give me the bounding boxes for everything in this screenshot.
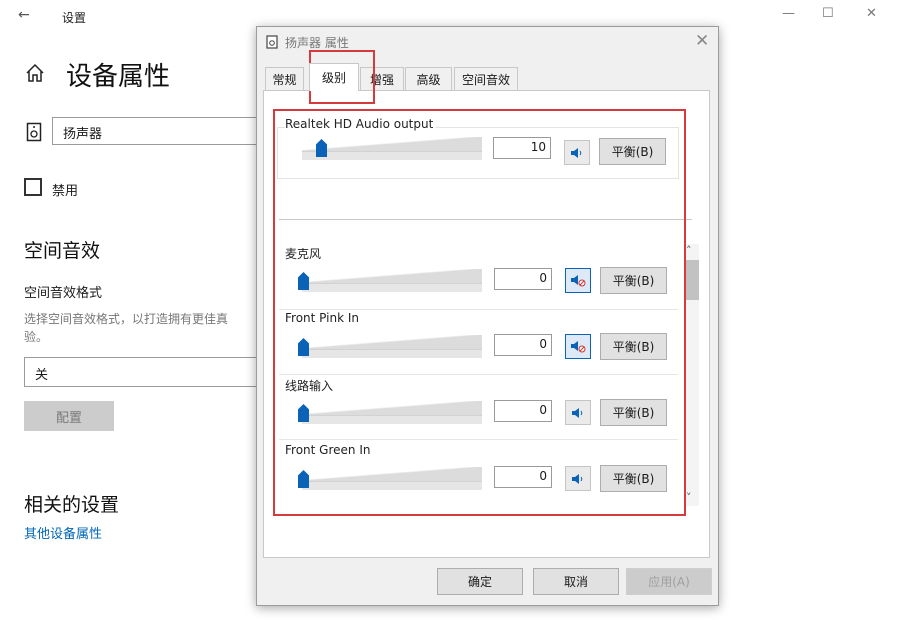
ok-button[interactable]: 确定 xyxy=(437,568,523,595)
dialog-title: 扬声器 属性 xyxy=(285,36,349,50)
configure-button: 配置 xyxy=(24,401,114,431)
other-device-properties-link[interactable]: 其他设备属性 xyxy=(24,523,102,542)
home-icon[interactable] xyxy=(24,62,46,84)
speaker-device-icon xyxy=(26,122,42,142)
spatial-description: 选择空间音效格式，以打造拥有更佳真 xyxy=(24,312,229,326)
maximize-button[interactable]: ☐ xyxy=(822,6,834,21)
device-name-input[interactable]: 扬声器 xyxy=(52,117,266,145)
close-window-button[interactable]: ✕ xyxy=(866,6,877,21)
app-title: 设置 xyxy=(62,11,87,25)
scroll-up-icon[interactable]: ˄ xyxy=(686,244,692,257)
scrollbar-thumb[interactable] xyxy=(685,260,699,300)
tab-general[interactable]: 常规 xyxy=(265,67,304,90)
scroll-down-icon[interactable]: ˅ xyxy=(686,491,692,504)
levels-content-highlight xyxy=(273,109,686,516)
spatial-format-select[interactable]: 关 xyxy=(24,357,266,387)
back-arrow-icon[interactable]: ← xyxy=(18,7,30,23)
related-settings-heading: 相关的设置 xyxy=(24,494,120,516)
tab-levels[interactable]: 级别 xyxy=(309,63,359,91)
speaker-device-icon xyxy=(266,35,278,49)
cancel-button[interactable]: 取消 xyxy=(533,568,619,595)
minimize-button[interactable]: — xyxy=(782,6,795,21)
spatial-description-cont: 验。 xyxy=(24,330,49,344)
tab-advanced[interactable]: 高级 xyxy=(405,67,452,90)
tab-spatial-sound[interactable]: 空间音效 xyxy=(454,67,518,90)
apply-button: 应用(A) xyxy=(626,568,712,595)
disable-checkbox[interactable] xyxy=(24,178,42,196)
spatial-audio-heading: 空间音效 xyxy=(24,240,101,262)
disable-label: 禁用 xyxy=(52,184,79,199)
close-icon[interactable]: ✕ xyxy=(695,31,709,51)
spatial-format-label: 空间音效格式 xyxy=(24,286,103,301)
page-title: 设备属性 xyxy=(66,62,171,92)
